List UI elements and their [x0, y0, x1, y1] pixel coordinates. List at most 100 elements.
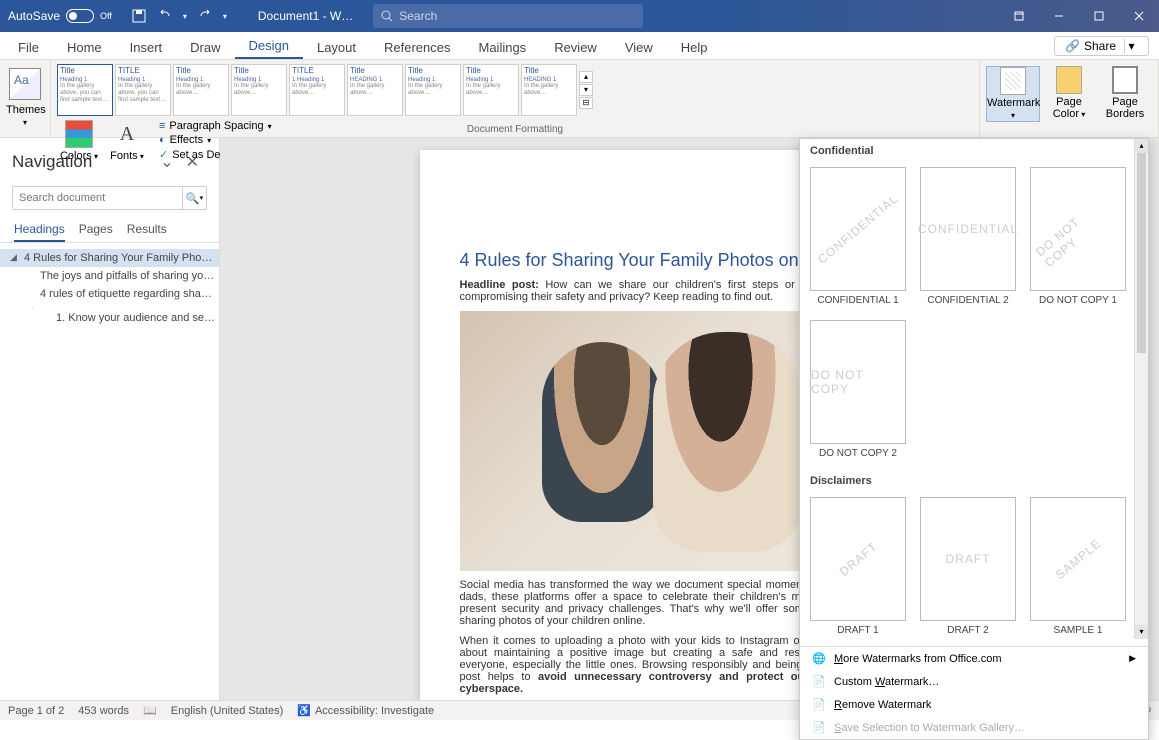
minimize-icon[interactable]	[1039, 0, 1079, 32]
tree-heading-1[interactable]: ◢4 Rules for Sharing Your Family Phot…	[0, 249, 219, 267]
tab-help[interactable]: Help	[667, 36, 722, 59]
tab-file[interactable]: File	[4, 36, 53, 59]
collapse-icon[interactable]: ◢	[10, 252, 17, 263]
checkmark-icon: ✓	[159, 148, 168, 161]
tab-insert[interactable]: Insert	[116, 36, 177, 59]
style-set-item[interactable]: TitleHeading 1In the gallery above…	[231, 64, 287, 116]
themes-icon	[9, 68, 41, 100]
watermark-option[interactable]: DO NOT COPYDO NOT COPY 2	[810, 320, 906, 459]
style-gallery-scroll[interactable]: ▴▾⊟	[579, 64, 593, 116]
close-icon[interactable]	[1119, 0, 1159, 32]
watermark-option[interactable]: CONFIDENTIALCONFIDENTIAL 2	[920, 167, 1016, 306]
nav-search-icon[interactable]: 🔍▾	[182, 187, 206, 209]
style-set-item[interactable]: TitleHeading 1In the gallery above…	[173, 64, 229, 116]
nav-search[interactable]: 🔍▾	[12, 186, 207, 210]
page-indicator[interactable]: Page 1 of 2	[8, 705, 64, 717]
scroll-up-icon[interactable]: ▴	[1135, 139, 1148, 153]
undo-icon[interactable]	[154, 5, 176, 27]
style-gallery: TitleHeading 1In the gallery above, you …	[57, 64, 973, 116]
themes-label: Themes	[6, 104, 46, 116]
gallery-up-icon[interactable]: ▴	[579, 71, 593, 83]
style-set-item[interactable]: TitleHeading 1In the gallery above…	[405, 64, 461, 116]
share-dropdown-icon[interactable]: ▾	[1124, 39, 1138, 53]
gallery-more-icon[interactable]: ⊟	[579, 97, 593, 109]
watermark-gallery-dropdown: ▴ ▾ Confidential CONFIDENTIALCONFIDENTIA…	[799, 138, 1149, 740]
watermark-menu: 🌐More Watermarks from Office.com▶ 📄Custo…	[800, 646, 1148, 739]
autosave-state: Off	[100, 11, 112, 21]
watermark-option[interactable]: SAMPLESAMPLE 1	[1030, 497, 1126, 636]
autosave-switch[interactable]	[66, 9, 94, 23]
spell-check-icon[interactable]: 📖	[143, 704, 157, 717]
watermark-section-confidential: Confidential	[800, 139, 1148, 163]
autosave-label: AutoSave	[8, 9, 60, 23]
nav-search-input[interactable]	[13, 187, 182, 209]
style-set-item[interactable]: TITLEHeading 1In the gallery above, you …	[115, 64, 171, 116]
page-icon: 📄	[812, 698, 826, 711]
quick-access-toolbar: ▾ ▾	[120, 5, 238, 27]
title-bar: AutoSave Off ▾ ▾ Document1 - W…	[0, 0, 1159, 32]
tab-view[interactable]: View	[611, 36, 667, 59]
scroll-down-icon[interactable]: ▾	[1135, 625, 1148, 639]
autosave-toggle[interactable]: AutoSave Off	[0, 9, 120, 23]
tab-design[interactable]: Design	[235, 34, 303, 59]
nav-tab-headings[interactable]: Headings	[14, 218, 65, 242]
more-watermarks-item[interactable]: 🌐More Watermarks from Office.com▶	[800, 647, 1148, 670]
scroll-thumb[interactable]	[1137, 153, 1146, 353]
maximize-icon[interactable]	[1079, 0, 1119, 32]
nav-tab-pages[interactable]: Pages	[79, 218, 113, 242]
watermark-option[interactable]: DO NOT COPYDO NOT COPY 1	[1030, 167, 1126, 306]
tab-draw[interactable]: Draw	[176, 36, 234, 59]
tab-review[interactable]: Review	[540, 36, 611, 59]
themes-button[interactable]: Themes ▾	[6, 64, 44, 128]
language-indicator[interactable]: English (United States)	[171, 705, 284, 717]
tab-references[interactable]: References	[370, 36, 464, 59]
style-set-item[interactable]: TITLE1 Heading 1In the gallery above…	[289, 64, 345, 116]
page-borders-button[interactable]: Page Borders	[1098, 66, 1152, 122]
custom-watermark-item[interactable]: 📄Custom Watermark…	[800, 670, 1148, 693]
style-set-item[interactable]: TitleHEADING 1In the gallery above…	[521, 64, 577, 116]
watermark-button[interactable]: Watermark▾	[986, 66, 1040, 122]
watermark-section-disclaimers: Disclaimers	[800, 469, 1148, 493]
save-selection-item: 📄Save Selection to Watermark Gallery…	[800, 716, 1148, 739]
tree-heading-2[interactable]: The joys and pitfalls of sharing yo…	[0, 267, 219, 285]
effects-icon: ◐	[159, 134, 166, 146]
style-set-item[interactable]: TitleHeading 1In the gallery above…	[463, 64, 519, 116]
tree-heading-3[interactable]: 1. Know your audience and se…	[0, 309, 219, 327]
gallery-down-icon[interactable]: ▾	[579, 84, 593, 96]
redo-icon[interactable]	[194, 5, 216, 27]
nav-tab-results[interactable]: Results	[127, 218, 167, 242]
watermark-option[interactable]: DRAFTDRAFT 1	[810, 497, 906, 636]
style-set-item[interactable]: TitleHeading 1In the gallery above, you …	[57, 64, 113, 116]
watermark-option[interactable]: DRAFTDRAFT 2	[920, 497, 1016, 636]
share-label: Share	[1084, 39, 1116, 53]
ribbon-display-icon[interactable]	[999, 0, 1039, 32]
tree-heading-2[interactable]: 4 rules of etiquette regarding sha…	[0, 285, 219, 303]
group-label: Document Formatting	[51, 124, 979, 135]
tab-mailings[interactable]: Mailings	[465, 36, 541, 59]
tab-layout[interactable]: Layout	[303, 36, 370, 59]
page-icon: 📄	[812, 721, 826, 734]
page-borders-icon	[1112, 66, 1138, 94]
undo-dropdown-icon[interactable]: ▾	[180, 5, 190, 27]
submenu-arrow-icon: ▶	[1129, 653, 1136, 664]
word-count[interactable]: 453 words	[78, 705, 129, 717]
page-color-button[interactable]: Page Color ▾	[1042, 66, 1096, 122]
accessibility-indicator[interactable]: ♿ Accessibility: Investigate	[297, 704, 434, 717]
share-button[interactable]: 🔗 Share ▾	[1054, 36, 1149, 56]
page-icon: 📄	[812, 675, 826, 688]
remove-watermark-item[interactable]: 📄Remove Watermark	[800, 693, 1148, 716]
gallery-scrollbar[interactable]: ▴ ▾	[1134, 139, 1148, 639]
document-formatting-group: TitleHeading 1In the gallery above, you …	[51, 60, 980, 137]
watermark-option[interactable]: CONFIDENTIALCONFIDENTIAL 1	[810, 167, 906, 306]
style-set-item[interactable]: TitleHEADING 1In the gallery above…	[347, 64, 403, 116]
tab-home[interactable]: Home	[53, 36, 116, 59]
nav-tabs: Headings Pages Results	[0, 218, 219, 243]
search-input[interactable]	[399, 9, 635, 23]
page-color-icon	[1056, 66, 1082, 94]
themes-group: Themes ▾	[0, 60, 51, 137]
qat-dropdown-icon[interactable]: ▾	[220, 5, 230, 27]
watermark-icon	[1000, 67, 1026, 95]
save-icon[interactable]	[128, 5, 150, 27]
search-bar[interactable]	[373, 4, 643, 28]
navigation-pane: Navigation ⌄ ✕ 🔍▾ Headings Pages Results…	[0, 138, 220, 700]
